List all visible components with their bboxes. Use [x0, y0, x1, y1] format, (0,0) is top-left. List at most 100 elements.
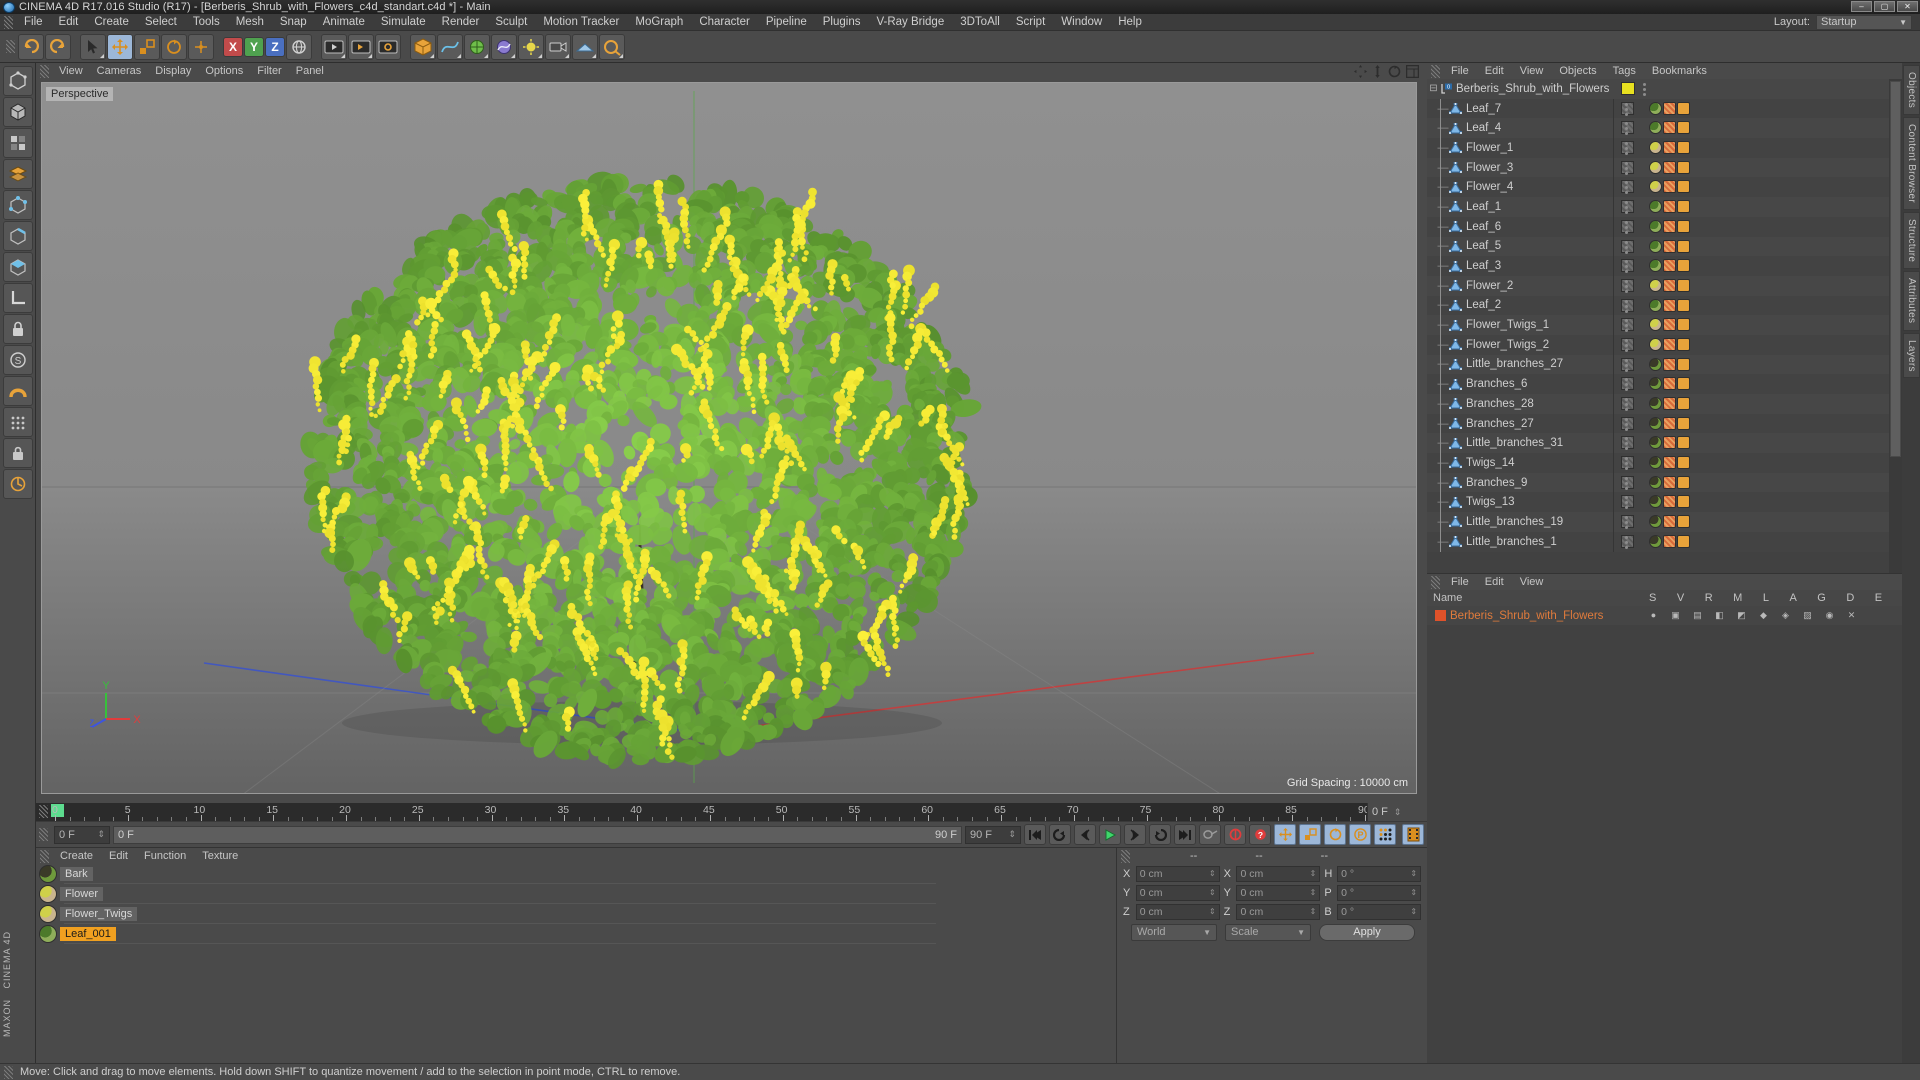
add-spline-button[interactable] [437, 33, 463, 60]
layer-toggle-r-icon[interactable]: ▤ [1693, 610, 1702, 621]
object-visibility-dots[interactable] [1623, 260, 1630, 274]
key-scale-button[interactable] [1299, 824, 1321, 845]
object-row[interactable]: — Twigs_14 [1427, 453, 1889, 473]
redo-button[interactable] [45, 33, 71, 60]
viewport-menu-cameras[interactable]: Cameras [90, 63, 149, 80]
world-coordinate-button[interactable] [286, 33, 312, 60]
render-settings-button[interactable] [375, 33, 401, 60]
material-tag-icon[interactable] [1649, 278, 1662, 292]
material-tag-icon[interactable] [1649, 318, 1662, 332]
render-view-button[interactable] [321, 33, 347, 60]
selection-tag-icon[interactable] [1677, 141, 1690, 155]
object-visibility-dots[interactable] [1623, 181, 1630, 195]
object-row[interactable]: — Branches_9 [1427, 472, 1889, 493]
menu-item-simulate[interactable]: Simulate [373, 14, 434, 31]
selection-tag-icon[interactable] [1677, 200, 1690, 214]
uv-tag-icon[interactable] [1663, 318, 1676, 332]
menu-item-pipeline[interactable]: Pipeline [758, 14, 815, 31]
maximize-view-icon[interactable] [1406, 65, 1419, 78]
menu-item-render[interactable]: Render [434, 14, 488, 31]
layer-toggle-m-icon[interactable]: ◧ [1715, 610, 1724, 621]
add-generator-button[interactable] [464, 33, 490, 60]
object-row[interactable]: — Branches_27 [1427, 413, 1889, 434]
material-tag-icon[interactable] [1649, 298, 1662, 312]
object-menu-objects[interactable]: Objects [1551, 63, 1604, 79]
menu-item-create[interactable]: Create [86, 14, 137, 31]
object-row[interactable]: — Flower_4 [1427, 177, 1889, 198]
add-camera-button[interactable] [545, 33, 571, 60]
menu-item-window[interactable]: Window [1053, 14, 1110, 31]
scale-tool-button[interactable] [134, 33, 160, 60]
material-tag-icon[interactable] [1649, 456, 1662, 470]
layer-color-swatch[interactable] [1435, 610, 1446, 621]
coordinates-gripper[interactable] [1121, 849, 1130, 863]
layer-toggle-s-icon[interactable]: ● [1649, 610, 1658, 621]
timeline-end-field[interactable]: 0 F ⇕ [1367, 803, 1427, 821]
object-row[interactable]: — Twigs_13 [1427, 492, 1889, 513]
add-floor-button[interactable] [572, 33, 598, 60]
material-thumbnail[interactable] [39, 885, 57, 903]
object-row-root[interactable]: ⊟ 0 Berberis_Shrub_with_Flowers [1427, 79, 1889, 99]
transport-gripper[interactable] [39, 828, 48, 841]
material-name[interactable]: Flower [60, 887, 104, 901]
object-tree[interactable]: ⊟ 0 Berberis_Shrub_with_Flowers — Leaf_7 — Lea… [1427, 79, 1889, 573]
layer-menu-view[interactable]: View [1512, 574, 1552, 590]
viewport-menu-panel[interactable]: Panel [289, 63, 331, 80]
menu-item-help[interactable]: Help [1110, 14, 1150, 31]
main-toolbar[interactable]: X Y Z [0, 31, 1920, 63]
uv-tag-icon[interactable] [1663, 515, 1676, 529]
workplane-button[interactable] [188, 33, 214, 60]
object-visibility-dots[interactable] [1623, 378, 1630, 392]
uv-tag-icon[interactable] [1663, 239, 1676, 253]
menu-item-script[interactable]: Script [1008, 14, 1053, 31]
object-menu-bar[interactable]: File Edit View Objects Tags Bookmarks [1427, 63, 1902, 79]
tool-snap-icon[interactable]: S [3, 345, 33, 375]
material-thumbnail[interactable] [39, 905, 57, 923]
maximize-button[interactable]: ▢ [1874, 1, 1895, 12]
object-row[interactable]: — Flower_1 [1427, 138, 1889, 158]
selection-tag-icon[interactable] [1677, 219, 1690, 233]
object-row[interactable]: — Leaf_6 [1427, 216, 1889, 237]
object-menu-view[interactable]: View [1512, 63, 1552, 79]
material-name[interactable]: Bark [60, 867, 93, 881]
layer-column-d[interactable]: D [1846, 592, 1854, 604]
layer-row[interactable]: Berberis_Shrub_with_Flowers ● ▣ ▤ ◧ ◩ ◆ ◈ ▨ ◉ ✕ [1427, 606, 1902, 625]
selection-tag-icon[interactable] [1677, 357, 1690, 371]
select-tool-button[interactable] [80, 33, 106, 60]
rotate-tool-button[interactable] [161, 33, 187, 60]
object-visibility-dots[interactable] [1623, 142, 1630, 156]
undo-button[interactable] [18, 33, 44, 60]
menu-item-character[interactable]: Character [691, 14, 758, 31]
tool-quantize-icon[interactable] [3, 469, 33, 499]
tool-texture-mode-icon[interactable] [3, 128, 33, 158]
move-tool-button[interactable] [107, 33, 133, 60]
material-gripper[interactable] [40, 849, 49, 863]
material-tag-icon[interactable] [1649, 436, 1662, 450]
object-visibility-dots[interactable] [1623, 398, 1630, 411]
selection-tag-icon[interactable] [1677, 278, 1690, 292]
render-region-button[interactable] [348, 33, 374, 60]
go-to-start-button[interactable] [1024, 824, 1046, 845]
size-x-field[interactable]: 0 cm ⇕ [1236, 865, 1321, 882]
object-visibility-dots[interactable] [1623, 279, 1630, 293]
uv-tag-icon[interactable] [1663, 534, 1676, 548]
menu-item-file[interactable]: File [16, 14, 51, 31]
uv-tag-icon[interactable] [1663, 160, 1676, 174]
uv-tag-icon[interactable] [1663, 416, 1676, 430]
viewport-gripper[interactable] [40, 65, 49, 78]
layer-toggle-v-icon[interactable]: ▣ [1671, 610, 1680, 621]
tool-grid-icon[interactable] [3, 407, 33, 437]
object-menu-edit[interactable]: Edit [1477, 63, 1512, 79]
add-cube-button[interactable] [410, 33, 436, 60]
material-tag-icon[interactable] [1649, 259, 1662, 273]
selection-tag-icon[interactable] [1677, 121, 1690, 135]
material-item[interactable]: Flower_Twigs [36, 904, 1116, 924]
selection-tag-icon[interactable] [1677, 416, 1690, 430]
uv-tag-icon[interactable] [1663, 180, 1676, 194]
object-visibility-dots[interactable] [1623, 299, 1630, 313]
object-row[interactable]: — Little_branches_19 [1427, 512, 1889, 532]
layer-column-a[interactable]: A [1789, 592, 1796, 604]
uv-tag-icon[interactable] [1663, 337, 1676, 351]
object-row[interactable]: — Little_branches_1 [1427, 531, 1889, 552]
object-row[interactable]: — Flower_Twigs_1 [1427, 315, 1889, 335]
